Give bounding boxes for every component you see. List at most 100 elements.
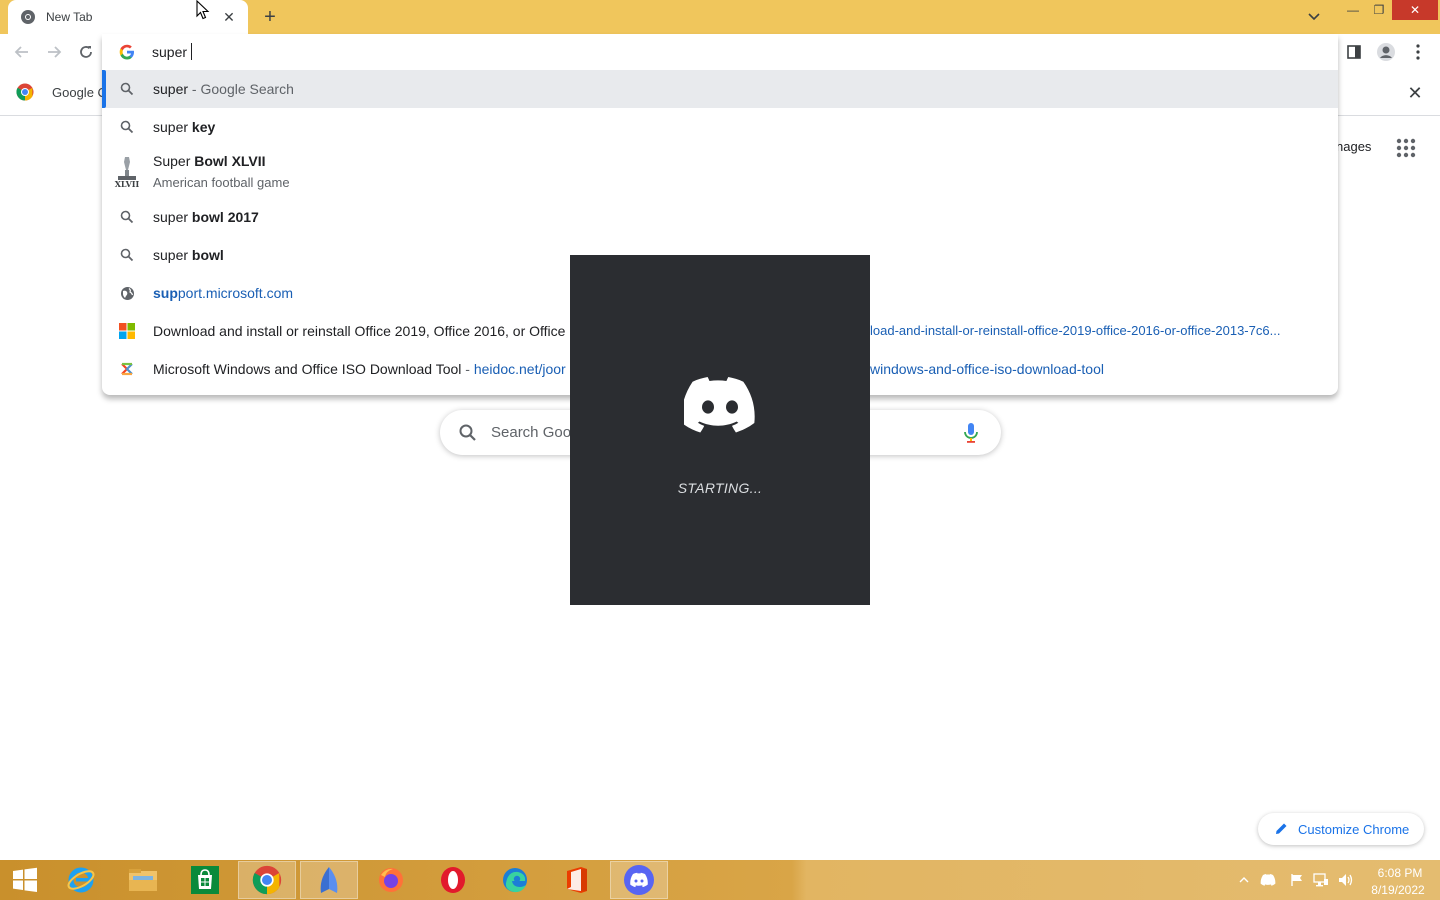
arrow-right-icon [48,46,62,58]
suggestion-title: Super Bowl XLVII [153,153,266,169]
tray-network[interactable] [1313,872,1329,888]
search-icon [118,118,136,136]
suggestion-text: super - Google Search [153,81,294,97]
search-icon [118,80,136,98]
more-vert-icon [1416,44,1420,60]
search-icon [118,246,136,264]
chrome-menu-button[interactable] [1406,40,1430,64]
side-panel-icon [1347,45,1361,59]
reload-icon [80,46,92,58]
suggestion-super-bowl-xlvii[interactable]: XLVII Super Bowl XLVII American football… [102,146,1338,198]
tab-search-button[interactable] [1302,6,1326,28]
forward-button[interactable] [42,40,66,64]
suggestion-title: Download and install or reinstall Office… [153,323,578,339]
svg-text:XLVII: XLVII [115,179,140,188]
taskbar-sail-app[interactable] [300,861,358,899]
chevron-up-icon [1239,877,1249,883]
discord-splash-window: STARTING... [570,255,870,605]
profile-icon [1377,43,1395,61]
tray-action-center[interactable] [1289,872,1305,888]
super-bowl-trophy-icon: XLVII [112,154,142,188]
new-tab-button[interactable]: + [258,5,282,29]
suggestion-text: super bowl [153,247,224,263]
customize-chrome-label: Customize Chrome [1298,821,1410,837]
flag-icon [1291,874,1302,886]
suggestion-super-bowl-2017[interactable]: super bowl 2017 [102,198,1338,236]
suggestion-url: load-and-install-or-reinstall-office-201… [870,323,1281,338]
opera-icon [441,867,465,893]
firefox-icon [379,868,403,892]
tray-volume[interactable] [1338,872,1354,888]
suggestion-subtitle: American football game [153,175,290,190]
ntp-search-placeholder: Search Goo [491,424,572,441]
chrome-color-icon [252,865,282,895]
tab-strip: New Tab ✕ + — ❐ ✕ [0,0,1440,34]
taskbar-microsoft-store[interactable] [176,861,234,899]
omnibox-input[interactable] [152,42,1252,62]
start-button[interactable] [0,861,50,899]
suggestion-url: windows-and-office-iso-download-tool [870,361,1104,377]
apps-grid-icon[interactable] [1395,137,1417,159]
pencil-icon [1276,823,1287,834]
taskbar-clock-date[interactable]: 8/19/2022 [1366,883,1430,897]
taskbar-internet-explorer[interactable] [52,861,110,899]
side-panel-button[interactable] [1342,40,1366,64]
taskbar-discord[interactable] [610,861,668,899]
microsoft-logo-icon [118,322,136,340]
office-icon [567,867,587,893]
text-caret [191,43,192,60]
internet-explorer-icon [67,867,95,893]
search-icon [118,208,136,226]
show-hidden-icons-button[interactable] [1236,872,1252,888]
tray-discord[interactable] [1260,872,1276,888]
back-button[interactable] [10,40,34,64]
tab-close-button[interactable]: ✕ [220,8,238,26]
suggestion-text: super bowl 2017 [153,209,259,225]
taskbar-office[interactable] [548,861,606,899]
taskbar-file-explorer[interactable] [114,861,172,899]
reload-button[interactable] [74,40,98,64]
folder-icon [129,869,157,891]
chrome-icon [21,10,35,24]
suggestion-url: support.microsoft.com [153,285,294,301]
tab-title: New Tab [46,10,93,24]
globe-icon [118,284,136,302]
maximize-button[interactable]: ❐ [1364,0,1394,20]
suggestion-title: Microsoft Windows and Office ISO Downloa… [153,361,566,377]
taskbar-opera[interactable] [424,861,482,899]
taskbar-firefox[interactable] [362,861,420,899]
discord-status-text: STARTING... [677,480,763,496]
mouse-cursor-icon [196,0,210,20]
google-g-icon [119,44,134,60]
network-icon [1313,873,1328,887]
windows-taskbar [0,860,1440,900]
chrome-color-icon [16,83,34,101]
microphone-icon[interactable] [962,422,980,444]
tab-new-tab[interactable]: New Tab ✕ [8,0,248,34]
profile-button[interactable] [1374,40,1398,64]
speaker-icon [1339,874,1353,886]
customize-chrome-button[interactable]: Customize Chrome [1258,813,1424,845]
omnibox-input-row [102,34,1338,70]
search-icon [459,424,476,441]
joomla-logo-icon [118,360,136,378]
windows-logo-icon [13,867,37,892]
taskbar-clock-time[interactable]: 6:08 PM [1372,866,1428,880]
taskbar-edge[interactable] [486,861,544,899]
suggestion-google-search[interactable]: super - Google Search [102,70,1338,108]
sail-icon [320,867,338,893]
images-link[interactable]: nages [1336,139,1371,154]
bookmark-label: Google C [52,84,107,100]
close-infobar-button[interactable]: ✕ [1404,82,1426,104]
chevron-down-icon [1308,13,1320,21]
store-icon [191,866,219,894]
discord-tray-icon [1260,874,1276,886]
bookmark-google-chrome[interactable]: Google C [16,83,107,101]
taskbar-chrome[interactable] [238,861,296,899]
discord-icon [624,865,654,895]
suggestion-text: super key [153,119,216,135]
close-window-button[interactable]: ✕ [1392,0,1438,20]
discord-logo-icon [684,377,755,433]
suggestion-super-key[interactable]: super key [102,108,1338,146]
arrow-left-icon [14,46,28,58]
